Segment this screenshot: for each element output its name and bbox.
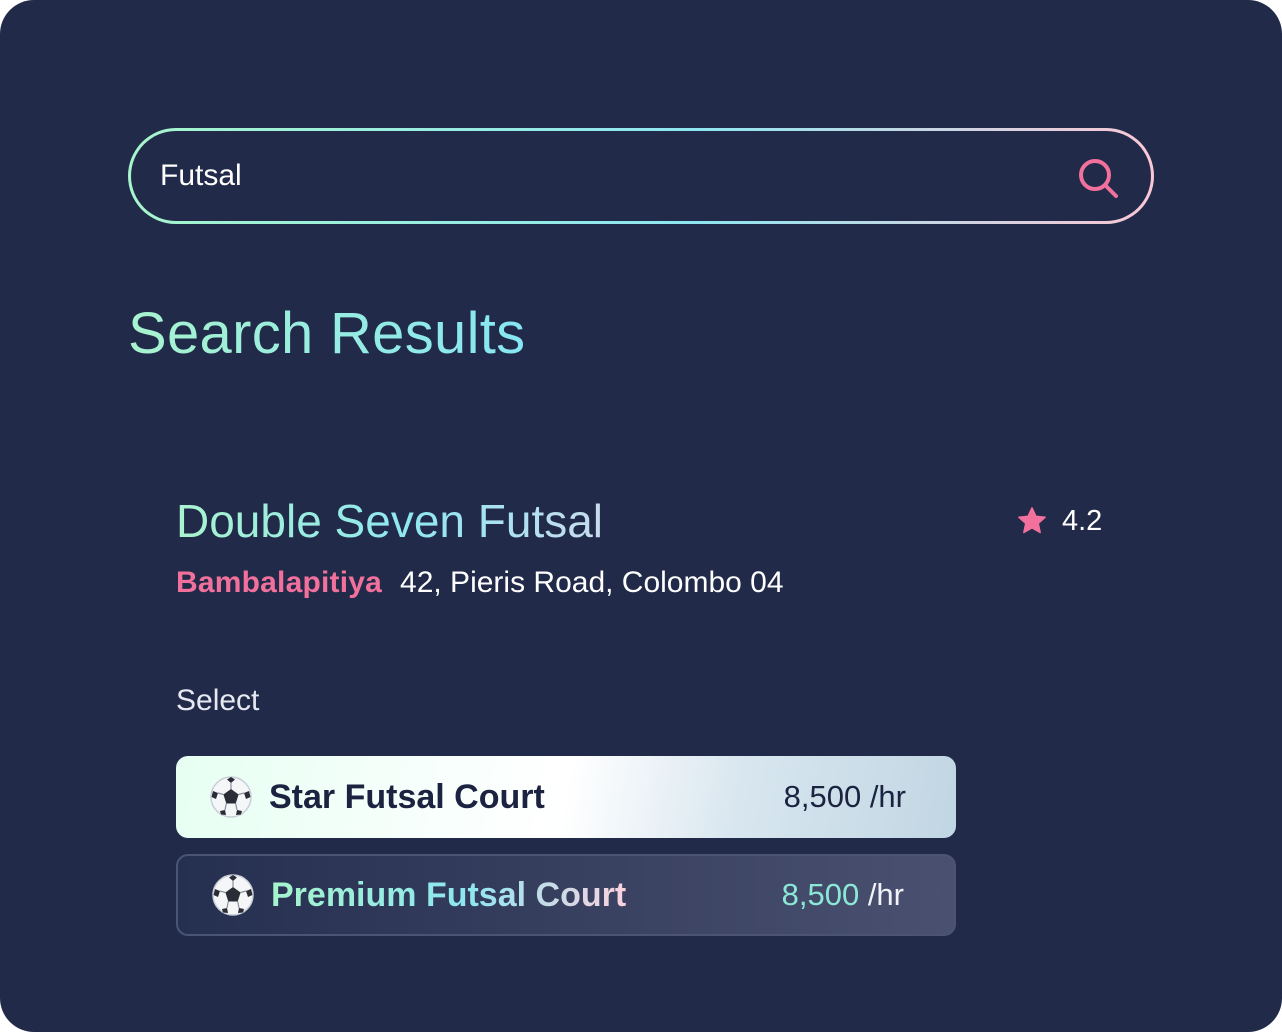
venue-area: Bambalapitiya — [176, 566, 383, 599]
price-value: 8,500 — [781, 877, 860, 912]
page-title: Search Results — [128, 301, 526, 366]
court-option-star[interactable]: Star Futsal Court 8,500 /hr — [176, 756, 956, 838]
select-label: Select — [176, 684, 260, 717]
venue-rating: 4.2 — [1016, 503, 1102, 539]
venue-location: Bambalapitiya 42, Pieris Road, Colombo 0… — [176, 566, 784, 600]
price-unit: /hr — [869, 779, 906, 814]
court-name: Premium Futsal Court — [271, 875, 627, 914]
venue-address: 42, Pieris Road, Colombo 04 — [400, 566, 784, 599]
search-button[interactable] — [1075, 155, 1121, 201]
court-price: 8,500 /hr — [784, 779, 906, 815]
court-price: 8,500 /hr — [782, 877, 904, 913]
search-input[interactable] — [160, 151, 1040, 201]
court-name: Star Futsal Court — [269, 777, 545, 816]
price-value: 8,500 — [783, 779, 862, 814]
venue-name[interactable]: Double Seven Futsal — [176, 494, 603, 548]
search-bar-inner — [131, 131, 1151, 221]
star-icon — [1018, 507, 1046, 534]
rating-value: 4.2 — [1062, 504, 1103, 537]
soccer-ball-icon — [212, 874, 254, 916]
price-unit: /hr — [867, 877, 904, 912]
search-results-card: Search Results Double Seven Futsal 4.2 B… — [0, 0, 1282, 1032]
soccer-ball-icon — [210, 776, 252, 818]
court-option-premium[interactable]: Premium Futsal Court 8,500 /hr — [176, 854, 956, 936]
search-icon — [1079, 159, 1118, 198]
search-bar — [128, 128, 1154, 224]
